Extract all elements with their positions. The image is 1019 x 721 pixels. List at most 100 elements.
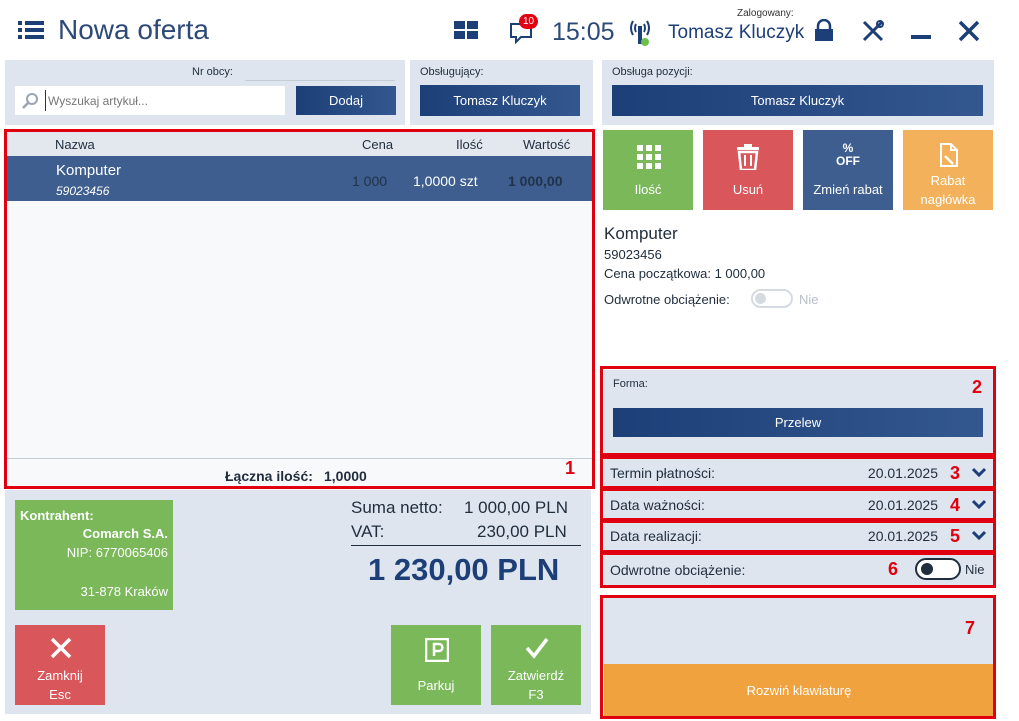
close-button-label-1: Zamknij xyxy=(37,668,83,683)
term-label: Termin płatności: xyxy=(610,465,716,481)
delete-tile[interactable]: Usuń xyxy=(703,130,793,210)
close-x-icon xyxy=(50,637,72,659)
add-button[interactable]: Dodaj xyxy=(296,86,396,115)
header-discount-label-1: Rabat xyxy=(930,173,966,188)
document-edit-icon xyxy=(940,143,958,167)
vat-label: VAT: xyxy=(351,522,385,541)
chevron-down-icon[interactable] xyxy=(972,528,986,542)
close-icon[interactable] xyxy=(958,20,980,42)
row-price: 1 000 xyxy=(352,173,388,189)
annotation-number-7: 7 xyxy=(965,618,976,638)
search-icon xyxy=(22,93,38,109)
close-button[interactable]: Zamknij Esc xyxy=(15,625,105,705)
close-button-label-2: Esc xyxy=(49,687,71,702)
validity-label: Data ważności: xyxy=(610,497,705,513)
delete-tile-label: Usuń xyxy=(732,182,764,197)
confirm-button-label-1: Zatwierdź xyxy=(507,668,565,683)
col-name-header[interactable]: Nazwa xyxy=(55,137,95,152)
chevron-down-icon[interactable] xyxy=(972,497,986,511)
confirm-button[interactable]: Zatwierdź F3 xyxy=(491,625,581,705)
minimize-icon[interactable] xyxy=(911,35,931,39)
annotation-number-2: 2 xyxy=(972,377,983,397)
summary-divider xyxy=(351,545,581,546)
obslugujacy-button[interactable]: Tomasz Kluczyk xyxy=(420,85,580,116)
validity-row[interactable]: Data ważności: 20.01.2025 xyxy=(604,490,994,520)
annotation-number-4: 4 xyxy=(950,495,961,515)
search-input-wrap xyxy=(15,86,285,115)
tools-icon[interactable] xyxy=(861,19,885,43)
confirm-button-label-2: F3 xyxy=(528,687,544,702)
detail-reverse-label: Odwrotne obciążenie: xyxy=(604,292,730,307)
lock-icon[interactable] xyxy=(813,19,835,41)
contractor-tile[interactable]: Kontrahent: Comarch S.A. NIP: 6770065406… xyxy=(15,500,173,610)
discount-icon: % OFF xyxy=(836,141,860,168)
annotation-number-3: 3 xyxy=(950,463,961,483)
col-value-header[interactable]: Wartość xyxy=(523,137,570,152)
contractor-nip: NIP: 6770065406 xyxy=(66,545,168,560)
tiles-icon[interactable] xyxy=(454,21,478,39)
contractor-city: 31-878 Kraków xyxy=(80,584,168,599)
search-panel: Nr obcy: Dodaj xyxy=(5,60,405,125)
term-row[interactable]: Termin płatności: 20.01.2025 xyxy=(604,458,994,488)
reverse-charge-value: Nie xyxy=(965,562,985,577)
table-row[interactable]: Komputer 59023456 1 000 1,0000 szt 1 000… xyxy=(5,156,593,201)
nr-obcy-label: Nr obcy: xyxy=(192,66,233,78)
keyboard-button[interactable]: Rozwiń klawiaturę xyxy=(604,664,994,716)
qty-tile[interactable]: Ilość xyxy=(603,130,693,210)
chevron-down-icon[interactable] xyxy=(972,465,986,479)
reverse-charge-toggle[interactable] xyxy=(915,558,961,580)
page-title: Nowa oferta xyxy=(58,14,209,45)
header-discount-tile[interactable]: Rabat nagłówka xyxy=(903,130,993,210)
contractor-label: Kontrahent: xyxy=(20,508,94,523)
reverse-charge-row: Odwrotne obciążenie: Nie xyxy=(604,554,994,586)
annotation-number-1: 1 xyxy=(565,458,576,478)
parking-icon xyxy=(425,638,449,662)
numpad-icon xyxy=(637,145,661,169)
validity-value: 20.01.2025 xyxy=(867,497,938,513)
notification-badge: 10 xyxy=(519,14,538,29)
discount-tile-label: Zmień rabat xyxy=(813,182,883,197)
checkmark-icon xyxy=(525,637,549,659)
payment-form-panel: Forma: Przelew xyxy=(604,370,994,454)
col-price-header[interactable]: Cena xyxy=(362,137,393,152)
detail-code: 59023456 xyxy=(604,247,662,262)
park-button-label: Parkuj xyxy=(417,678,455,693)
obsluga-pozycji-panel: Obsługa pozycji: Tomasz Kluczyk xyxy=(602,60,994,125)
detail-name: Komputer xyxy=(604,224,678,243)
realization-row[interactable]: Data realizacji: 20.01.2025 xyxy=(604,521,994,551)
obsluga-pozycji-button[interactable]: Tomasz Kluczyk xyxy=(612,85,983,116)
logged-user: Tomasz Kluczyk xyxy=(668,22,805,43)
total-qty-label: Łączna ilość: xyxy=(225,468,313,484)
col-qty-header[interactable]: Ilość xyxy=(456,137,483,152)
row-qty: 1,0000 szt xyxy=(413,173,478,189)
menu-icon[interactable] xyxy=(18,20,44,40)
obslugujacy-panel: Obsługujący: Tomasz Kluczyk xyxy=(410,60,593,125)
reverse-charge-label: Odwrotne obciążenie: xyxy=(610,562,746,578)
payment-form-button[interactable]: Przelew xyxy=(613,408,983,437)
discount-tile[interactable]: % OFF Zmień rabat xyxy=(803,130,893,210)
vat-value: 230,00 PLN xyxy=(477,522,567,541)
detail-reverse-toggle xyxy=(751,289,793,308)
net-label: Suma netto: xyxy=(351,498,443,517)
contractor-name: Comarch S.A. xyxy=(82,526,168,541)
realization-value: 20.01.2025 xyxy=(867,528,938,544)
annotation-number-6: 6 xyxy=(888,559,899,579)
row-value: 1 000,00 xyxy=(508,173,563,189)
detail-reverse-value: Nie xyxy=(799,292,819,307)
realization-label: Data realizacji: xyxy=(610,528,702,544)
term-value: 20.01.2025 xyxy=(867,465,938,481)
payment-form-label: Forma: xyxy=(613,378,648,390)
total-qty-value: 1,0000 xyxy=(324,468,367,484)
obslugujacy-label: Obsługujący: xyxy=(420,66,484,78)
connection-icon xyxy=(630,20,650,46)
table-footer: Łączna ilość: 1,0000 xyxy=(5,458,593,488)
row-name: Komputer xyxy=(56,162,122,179)
park-button[interactable]: Parkuj xyxy=(391,625,481,705)
nr-obcy-line xyxy=(245,80,395,81)
search-input[interactable] xyxy=(45,90,275,111)
net-value: 1 000,00 PLN xyxy=(464,498,568,517)
detail-price: Cena początkowa: 1 000,00 xyxy=(604,266,766,281)
obsluga-pozycji-label: Obsługa pozycji: xyxy=(612,66,693,78)
logged-label: Zalogowany: xyxy=(737,8,794,19)
qty-tile-label: Ilość xyxy=(634,182,662,197)
